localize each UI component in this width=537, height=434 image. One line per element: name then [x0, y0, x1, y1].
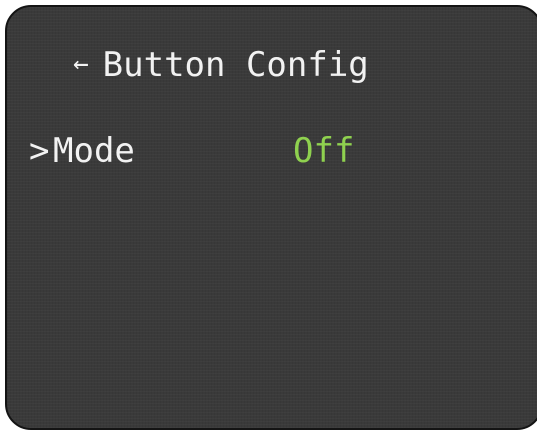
- selection-cursor-icon: >: [29, 131, 50, 171]
- menu-item-label: Mode: [53, 131, 135, 171]
- menu-item-value[interactable]: Off: [293, 131, 354, 171]
- back-arrow-icon[interactable]: ←: [73, 49, 89, 79]
- screen-header: ← Button Config: [73, 39, 369, 91]
- page-title: Button Config: [102, 45, 369, 85]
- device-screen: ← Button Config > Mode Off: [5, 5, 537, 430]
- menu-item-mode[interactable]: > Mode Off: [29, 125, 509, 177]
